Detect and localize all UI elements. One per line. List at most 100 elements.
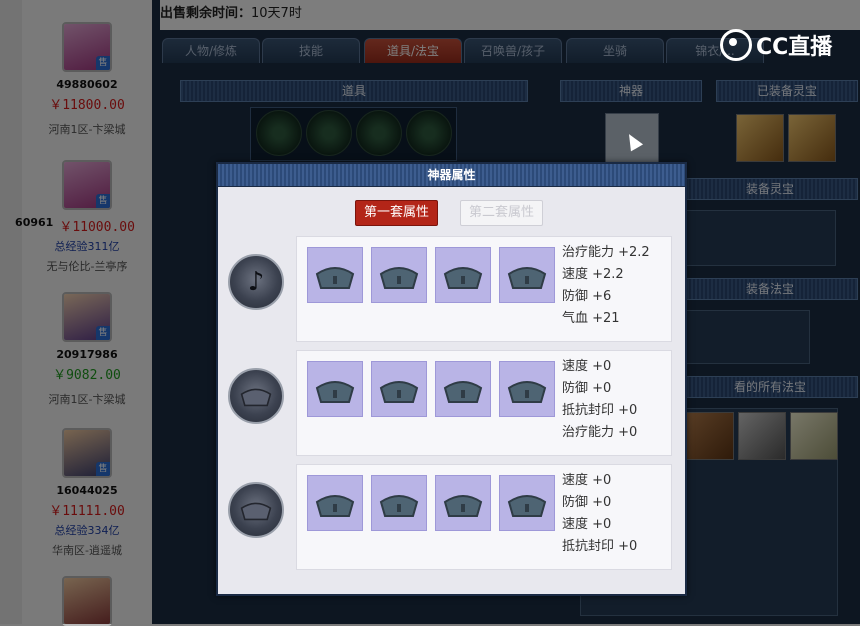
avatar[interactable]: 售 xyxy=(62,428,112,478)
locked-artifact-icon[interactable] xyxy=(228,482,284,538)
seller-server: 华南区-逍遥城 xyxy=(52,544,122,557)
set-2-button[interactable]: 第二套属性 xyxy=(460,200,544,226)
attribute-row: ♪ 治疗能力 +2.2 速度 +2.2 防御 +6 气血 +21 xyxy=(218,236,685,344)
locked-slot[interactable] xyxy=(435,361,491,417)
avatar[interactable]: 售 xyxy=(62,160,112,210)
item-slot[interactable] xyxy=(406,110,452,156)
artifact-attributes-modal: 神器属性 第一套属性 第二套属性 ♪ 治疗能力 +2.2 速度 +2.2 防御 … xyxy=(216,162,687,596)
seller-server: 河南1区-卞梁城 xyxy=(48,393,126,406)
avatar[interactable] xyxy=(62,576,112,626)
attribute-card: 速度 +0 防御 +0 抵抗封印 +0 治疗能力 +0 xyxy=(296,350,672,456)
locked-slot[interactable] xyxy=(499,247,555,303)
spirit-treasure-slot[interactable] xyxy=(788,114,836,162)
tab-character[interactable]: 人物/修炼 xyxy=(162,38,260,63)
tab-skills[interactable]: 技能 xyxy=(262,38,360,63)
locked-slot[interactable] xyxy=(307,247,363,303)
section-items: 道具 xyxy=(180,80,528,102)
lock-icon xyxy=(379,381,419,403)
locked-slot[interactable] xyxy=(499,475,555,531)
sale-badge: 售 xyxy=(96,326,110,340)
seller-card[interactable] xyxy=(22,576,152,626)
attribute-line: 气血 +21 xyxy=(562,311,620,326)
seller-list: 售 49880602 ￥11800.00 河南1区-卞梁城 售 60961 ￥1… xyxy=(0,0,153,626)
seller-card[interactable]: 售 20917986 ￥9082.00 河南1区-卞梁城 xyxy=(22,292,152,407)
attribute-line: 治疗能力 +0 xyxy=(562,425,638,440)
lock-icon xyxy=(315,267,355,289)
lock-icon xyxy=(443,381,483,403)
lock-icon xyxy=(507,381,547,403)
seller-exp: 总经验334亿 xyxy=(54,524,120,537)
sale-badge: 售 xyxy=(96,194,110,208)
seller-server: 无与伦比-兰亭序 xyxy=(46,260,128,273)
attribute-row: 速度 +0 防御 +0 速度 +0 抵抗封印 +0 xyxy=(218,464,685,572)
locked-slot[interactable] xyxy=(307,361,363,417)
item-slot[interactable] xyxy=(256,110,302,156)
magic-item[interactable] xyxy=(790,412,838,460)
seller-card[interactable]: 售 49880602 ￥11800.00 河南1区-卞梁城 xyxy=(22,22,152,137)
sale-time: 出售剩余时间：10天7时 xyxy=(160,0,860,30)
locked-slot[interactable] xyxy=(499,361,555,417)
seller-exp: 总经验311亿 xyxy=(54,240,120,253)
seller-card[interactable]: 售 60961 ￥11000.00 总经验311亿 无与伦比-兰亭序 xyxy=(15,160,152,274)
item-slot[interactable] xyxy=(306,110,352,156)
stream-logo: CC直播 xyxy=(720,28,832,62)
attribute-line: 速度 +0 xyxy=(562,473,612,488)
attribute-list: 速度 +0 防御 +0 抵抗封印 +0 治疗能力 +0 xyxy=(562,356,672,444)
attribute-line: 抵抗封印 +0 xyxy=(562,539,638,554)
set-1-button[interactable]: 第一套属性 xyxy=(355,200,439,226)
section-all-magic: 看的所有法宝 xyxy=(682,376,858,398)
tab-pets[interactable]: 召唤兽/孩子 xyxy=(464,38,562,63)
locked-slot[interactable] xyxy=(371,247,427,303)
section-equipped-spirit-2: 装备灵宝 xyxy=(682,178,858,200)
lock-icon xyxy=(507,495,547,517)
magic-item[interactable] xyxy=(738,412,786,460)
spirit-slots xyxy=(682,210,836,266)
locked-slot[interactable] xyxy=(435,475,491,531)
lock-icon xyxy=(379,267,419,289)
seller-price: ￥9082.00 xyxy=(53,368,121,383)
tab-mounts[interactable]: 坐骑 xyxy=(566,38,664,63)
sale-time-label: 出售剩余时间： xyxy=(160,6,252,21)
lock-icon xyxy=(507,267,547,289)
seller-price: ￥11800.00 xyxy=(49,98,125,113)
item-slot[interactable] xyxy=(356,110,402,156)
attribute-line: 速度 +2.2 xyxy=(562,267,624,282)
seller-id: 16044025 xyxy=(56,484,118,497)
artifact-flame-icon[interactable]: ♪ xyxy=(228,254,284,310)
section-equipped-magic: 装备法宝 xyxy=(682,278,858,300)
locked-slot[interactable] xyxy=(307,475,363,531)
modal-title: 神器属性 xyxy=(218,164,685,187)
attribute-line: 治疗能力 +2.2 xyxy=(562,245,650,260)
sale-badge: 售 xyxy=(96,56,110,70)
seller-id: 20917986 xyxy=(56,348,118,361)
lock-icon xyxy=(379,495,419,517)
lock-icon xyxy=(315,381,355,403)
list-gutter xyxy=(0,0,22,624)
attribute-line: 速度 +0 xyxy=(562,359,612,374)
locked-slot[interactable] xyxy=(371,475,427,531)
attribute-line: 防御 +0 xyxy=(562,495,612,510)
attribute-line: 抵抗封印 +0 xyxy=(562,403,638,418)
sale-badge: 售 xyxy=(96,462,110,476)
seller-card[interactable]: 售 16044025 ￥11111.00 总经验334亿 华南区-逍遥城 xyxy=(22,428,152,558)
attribute-line: 防御 +6 xyxy=(562,289,612,304)
locked-slot[interactable] xyxy=(371,361,427,417)
locked-slot[interactable] xyxy=(435,247,491,303)
tab-items[interactable]: 道具/法宝 xyxy=(364,38,462,63)
locked-artifact-icon[interactable] xyxy=(228,368,284,424)
attribute-row: 速度 +0 防御 +0 抵抗封印 +0 治疗能力 +0 xyxy=(218,350,685,458)
lock-icon xyxy=(443,267,483,289)
attribute-list: 速度 +0 防御 +0 速度 +0 抵抗封印 +0 xyxy=(562,470,672,558)
avatar[interactable]: 售 xyxy=(62,292,112,342)
section-equipped-spirit: 已装备灵宝 xyxy=(716,80,858,102)
lock-icon xyxy=(443,495,483,517)
seller-price: ￥11000.00 xyxy=(59,220,135,235)
spirit-treasure-slot[interactable] xyxy=(736,114,784,162)
attribute-list: 治疗能力 +2.2 速度 +2.2 防御 +6 气血 +21 xyxy=(562,242,672,330)
attribute-line: 防御 +0 xyxy=(562,381,612,396)
seller-price: ￥11111.00 xyxy=(49,504,125,519)
magic-item[interactable] xyxy=(686,412,734,460)
section-artifact: 神器 xyxy=(560,80,702,102)
avatar[interactable]: 售 xyxy=(62,22,112,72)
cc-logo-icon xyxy=(720,29,752,61)
